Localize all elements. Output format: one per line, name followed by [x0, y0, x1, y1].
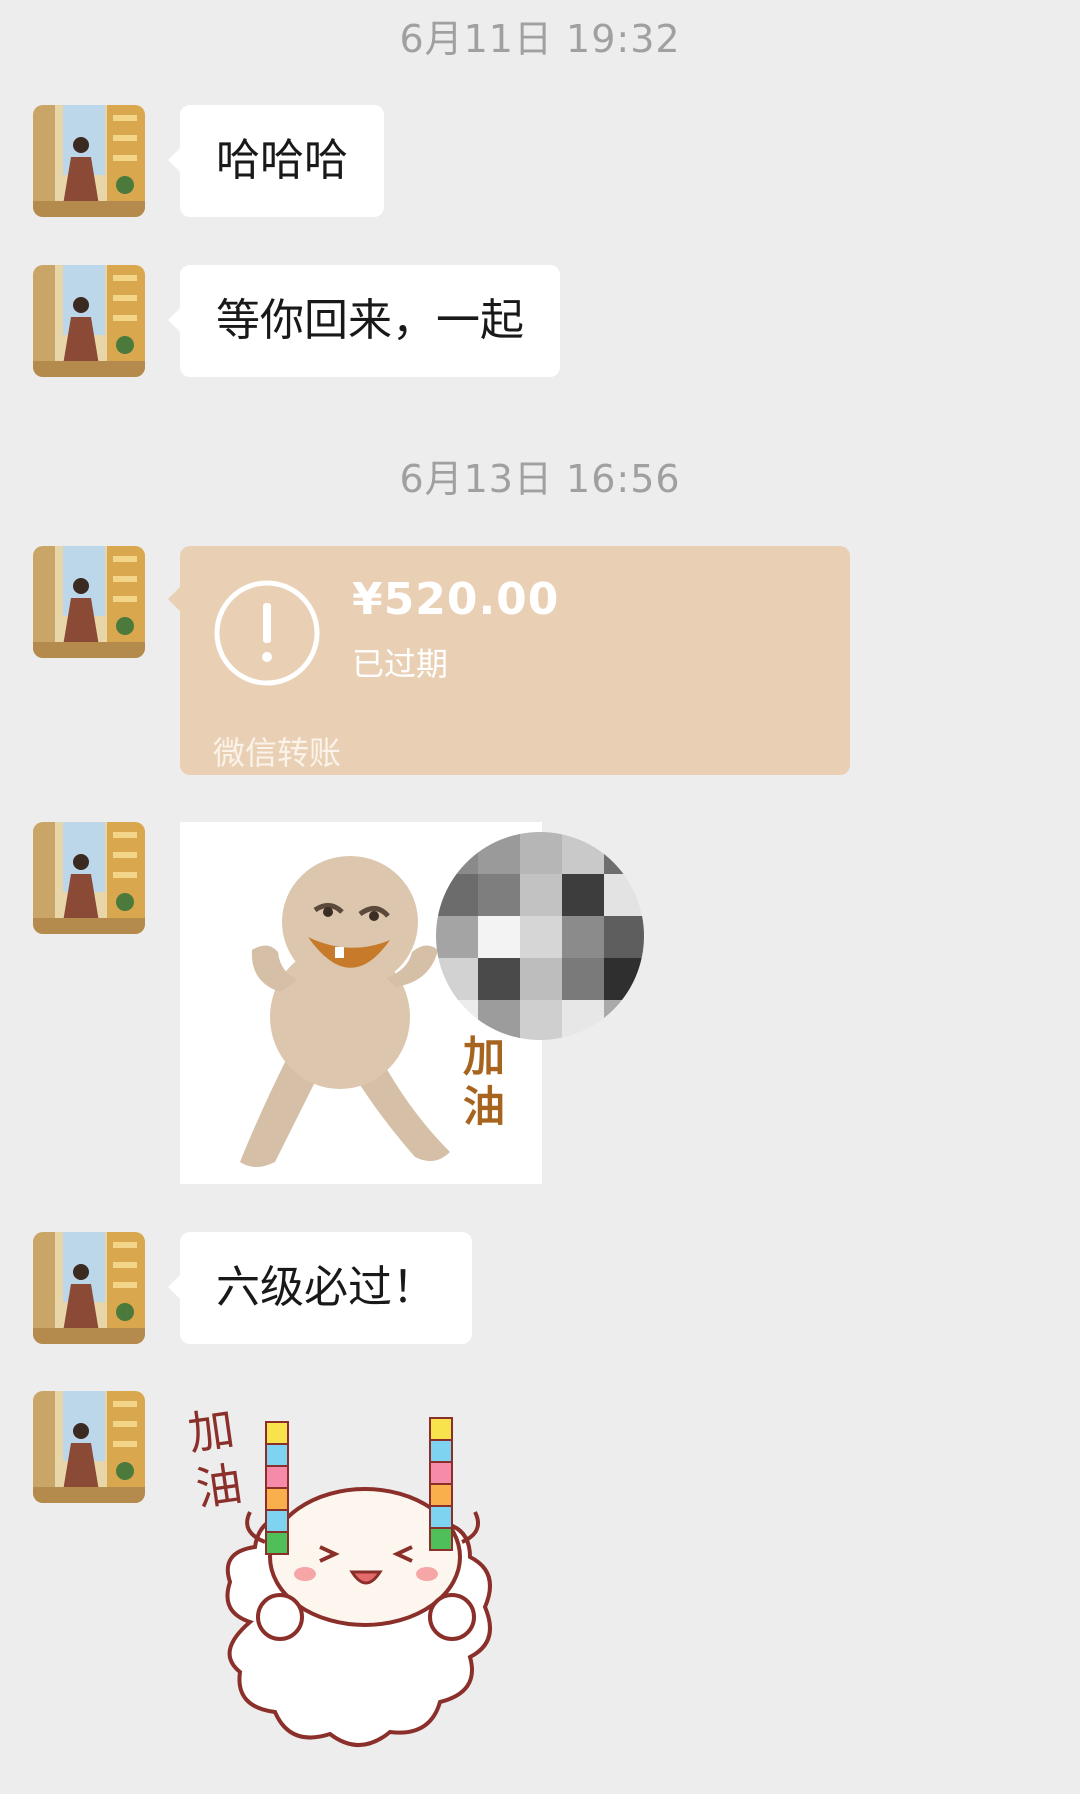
exclamation-circle-icon: [213, 579, 321, 687]
sticker-caption: 加油: [463, 1032, 506, 1131]
contact-avatar[interactable]: [33, 822, 145, 934]
message-bubble[interactable]: 六级必过！: [168, 1232, 472, 1344]
avatar-photo: [33, 1391, 145, 1503]
mosaic-blur-overlay: [436, 832, 644, 1040]
contact-avatar[interactable]: [33, 1232, 145, 1344]
message-bubble[interactable]: 哈哈哈: [168, 105, 384, 217]
message-text: 哈哈哈: [216, 135, 348, 186]
sticker-sheep-cheer[interactable]: 加油: [180, 1372, 540, 1762]
avatar-photo: [33, 822, 145, 934]
transfer-card[interactable]: ¥520.00 已过期 微信转账: [168, 546, 850, 775]
avatar-photo: [33, 265, 145, 377]
contact-avatar[interactable]: [33, 1391, 145, 1503]
avatar-photo: [33, 1232, 145, 1344]
avatar-photo: [33, 105, 145, 217]
message-bubble[interactable]: 等你回来，一起: [168, 265, 560, 377]
timestamp-2: 6月13日 16:56: [399, 457, 681, 501]
message-text: 六级必过！: [216, 1262, 436, 1313]
timestamp-1: 6月11日 19:32: [399, 17, 681, 61]
message-text: 等你回来，一起: [216, 295, 524, 346]
transfer-label: 微信转账: [213, 734, 342, 772]
transfer-status: 已过期: [352, 645, 449, 683]
contact-avatar[interactable]: [33, 105, 145, 217]
avatar-photo: [33, 546, 145, 658]
contact-avatar[interactable]: [33, 546, 145, 658]
transfer-amount: ¥520.00: [352, 574, 560, 625]
contact-avatar[interactable]: [33, 265, 145, 377]
